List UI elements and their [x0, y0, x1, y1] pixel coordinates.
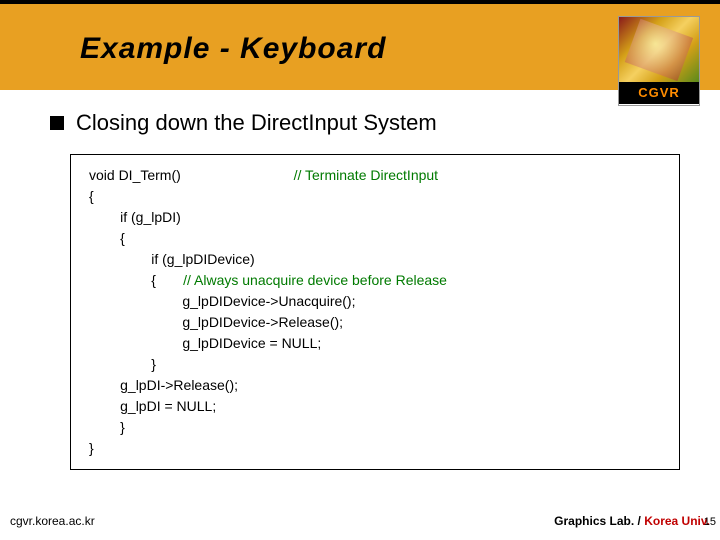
logo-image — [619, 17, 699, 82]
code-line: { — [89, 188, 94, 204]
bullet-text: Closing down the DirectInput System — [76, 110, 437, 136]
code-line: g_lpDIDevice->Release(); — [89, 314, 343, 330]
code-block: void DI_Term() // Terminate DirectInput … — [70, 154, 680, 470]
code-line: if (g_lpDI) — [89, 209, 181, 225]
code-comment: // Always unacquire device before Releas… — [183, 272, 447, 288]
square-bullet-icon — [50, 116, 64, 130]
slide-title: Example - Keyboard — [0, 4, 720, 66]
code-line: } — [89, 356, 156, 372]
footer-lab: Graphics Lab. — [554, 514, 634, 528]
logo-label: CGVR — [619, 82, 699, 104]
footer-credit: Graphics Lab. / Korea Univ. — [554, 514, 710, 528]
code-line: void DI_Term() — [89, 167, 181, 183]
code-line: } — [89, 440, 94, 456]
slide-content: Closing down the DirectInput System void… — [0, 90, 720, 470]
bullet-row: Closing down the DirectInput System — [50, 110, 690, 136]
code-comment: // Terminate DirectInput — [181, 167, 438, 183]
code-line: { — [89, 272, 183, 288]
code-line: g_lpDIDevice->Unacquire(); — [89, 293, 355, 309]
code-line: } — [89, 419, 125, 435]
footer-separator: / — [634, 514, 644, 528]
code-line: g_lpDI->Release(); — [89, 377, 238, 393]
code-line: g_lpDIDevice = NULL; — [89, 335, 321, 351]
slide-header: Example - Keyboard CGVR — [0, 0, 720, 90]
footer-univ: Korea Univ. — [644, 514, 710, 528]
code-line: if (g_lpDIDevice) — [89, 251, 255, 267]
code-line: g_lpDI = NULL; — [89, 398, 216, 414]
slide-number: 15 — [704, 516, 716, 528]
slide-footer: cgvr.korea.ac.kr Graphics Lab. / Korea U… — [10, 514, 710, 528]
code-line: { — [89, 230, 125, 246]
footer-url: cgvr.korea.ac.kr — [10, 514, 95, 528]
logo-box: CGVR — [618, 16, 700, 106]
